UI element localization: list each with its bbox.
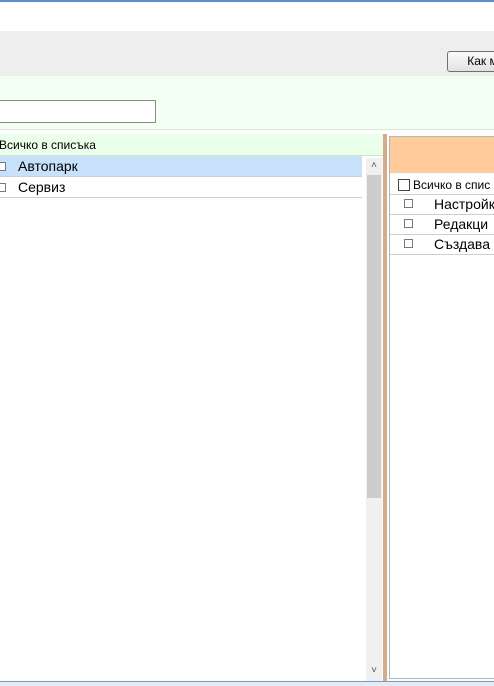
select-all-checkbox[interactable]: [398, 179, 410, 191]
filter-input[interactable]: [0, 100, 156, 123]
list-item[interactable]: Създава: [390, 235, 494, 255]
item-checkbox[interactable]: [404, 199, 413, 208]
list-item[interactable]: Настройк: [390, 195, 494, 215]
item-checkbox[interactable]: [404, 239, 413, 248]
right-panel-header: [390, 137, 494, 173]
list-item[interactable]: Редакци: [390, 215, 494, 235]
left-list: Автопарк Сервиз: [0, 156, 362, 198]
item-label: Сервиз: [18, 179, 66, 195]
toolbar: [0, 31, 494, 76]
filter-area: [0, 76, 494, 130]
item-checkbox[interactable]: [404, 219, 413, 228]
select-all-label: Всичко в спис: [413, 178, 491, 192]
list-item[interactable]: Автопарк: [0, 156, 362, 177]
left-list-header: Всичко в списъка: [0, 134, 383, 156]
left-list-panel: Всичко в списъка Автопарк Сервиз: [0, 134, 383, 681]
left-list-scrollbar[interactable]: ˄ ˅: [366, 158, 382, 681]
item-label: Редакци: [434, 216, 489, 232]
item-label: Създава: [434, 236, 490, 252]
item-label: Настройк: [434, 196, 494, 212]
help-button[interactable]: Как м: [447, 51, 494, 72]
right-select-all-row[interactable]: Всичко в спис: [390, 174, 494, 195]
item-checkbox[interactable]: [0, 183, 6, 192]
window-bottom-border: [0, 681, 494, 686]
scroll-thumb[interactable]: [367, 175, 381, 498]
scroll-up-arrow-icon[interactable]: ˄: [366, 158, 382, 174]
list-item[interactable]: Сервиз: [0, 177, 362, 198]
item-checkbox[interactable]: [0, 162, 6, 171]
item-label: Автопарк: [18, 158, 78, 174]
title-bar: [0, 2, 494, 31]
scroll-down-arrow-icon[interactable]: ˅: [366, 663, 382, 679]
select-all-label[interactable]: Всичко в списъка: [0, 138, 96, 152]
right-list: Настройк Редакци Създава: [390, 195, 494, 255]
right-list-panel: Всичко в спис Настройк Редакци Създава: [387, 134, 494, 681]
